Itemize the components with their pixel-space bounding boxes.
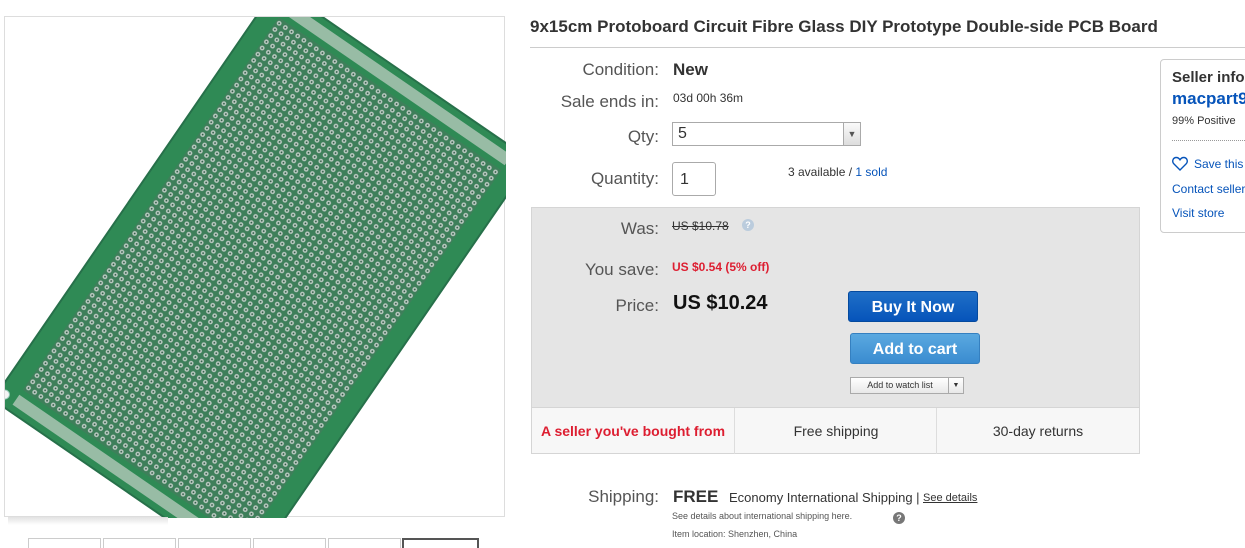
question-circle-icon[interactable]: ? bbox=[893, 512, 905, 524]
thumbnail[interactable] bbox=[253, 538, 326, 548]
price-label: Price: bbox=[615, 296, 659, 315]
feature-row: A seller you've bought from Free shippin… bbox=[532, 407, 1139, 454]
chevron-down-icon[interactable]: ▼ bbox=[843, 123, 860, 145]
feature-seller-bought-from: A seller you've bought from bbox=[540, 423, 726, 439]
visit-store-link[interactable]: Visit store bbox=[1172, 206, 1224, 220]
sale-ends-label: Sale ends in: bbox=[560, 92, 659, 111]
watch-list-label: Add to watch list bbox=[867, 380, 933, 390]
feature-free-shipping: Free shipping bbox=[793, 423, 879, 439]
seller-info-title: Seller info bbox=[1172, 69, 1245, 86]
thumbnail[interactable] bbox=[28, 538, 101, 548]
seller-feedback: 99% Positive bbox=[1172, 115, 1236, 127]
add-to-cart-button[interactable]: Add to cart bbox=[850, 333, 980, 364]
was-label: Was: bbox=[620, 219, 659, 238]
shipping-free: FREE bbox=[673, 487, 719, 506]
image-shadow bbox=[8, 517, 168, 525]
product-image-panel[interactable] bbox=[4, 16, 506, 518]
feature-returns: 30-day returns bbox=[992, 423, 1084, 439]
qty-label: Qty: bbox=[627, 127, 659, 146]
thumbnail[interactable] bbox=[328, 538, 401, 548]
seller-name-link[interactable]: macpart9 bbox=[1172, 89, 1245, 109]
availability: 3 available / 1 sold bbox=[788, 165, 887, 179]
shipping-method: Economy International Shipping | bbox=[729, 490, 920, 505]
save-seller-link[interactable]: Save this seller bbox=[1172, 156, 1245, 171]
item-location: Item location: Shenzhen, China bbox=[672, 529, 798, 539]
contact-seller-link[interactable]: Contact seller bbox=[1172, 182, 1245, 196]
qty-select[interactable]: 5 ▼ bbox=[672, 122, 861, 146]
save-seller-label: Save this seller bbox=[1194, 157, 1245, 171]
you-save-value: US $0.54 (5% off) bbox=[672, 260, 770, 274]
heart-icon bbox=[1172, 156, 1188, 171]
sold-count-link[interactable]: 1 sold bbox=[855, 165, 887, 179]
thumbnail-active[interactable] bbox=[402, 538, 479, 548]
availability-separator: / bbox=[848, 165, 853, 179]
qty-selected-value: 5 bbox=[678, 125, 687, 142]
condition-value: New bbox=[673, 60, 708, 79]
you-save-label: You save: bbox=[584, 260, 659, 279]
condition-label: Condition: bbox=[582, 60, 659, 79]
title-divider bbox=[530, 47, 1245, 48]
quantity-label: Quantity: bbox=[590, 169, 659, 188]
price-value: US $10.24 bbox=[673, 292, 768, 314]
shipping-note: See details about international shipping… bbox=[672, 511, 853, 521]
chevron-down-icon[interactable]: ▼ bbox=[948, 378, 963, 393]
thumbnail[interactable] bbox=[103, 538, 176, 548]
available-count: 3 available bbox=[788, 165, 846, 179]
see-details-link[interactable]: See details bbox=[923, 492, 977, 504]
was-price: US $10.78 bbox=[672, 219, 729, 233]
question-circle-icon[interactable]: ? bbox=[742, 219, 754, 231]
seller-divider bbox=[1172, 140, 1245, 141]
buy-it-now-button[interactable]: Buy It Now bbox=[848, 291, 978, 322]
add-to-watch-list-button[interactable]: Add to watch list ▼ bbox=[850, 377, 964, 394]
shipping-label: Shipping: bbox=[588, 487, 659, 506]
item-title: 9x15cm Protoboard Circuit Fibre Glass DI… bbox=[530, 17, 1158, 36]
quantity-input[interactable]: 1 bbox=[672, 162, 716, 196]
product-image bbox=[5, 17, 506, 518]
thumbnail[interactable] bbox=[178, 538, 251, 548]
pcb-board bbox=[5, 17, 506, 518]
sale-ends-value: 03d 00h 36m bbox=[673, 91, 744, 105]
